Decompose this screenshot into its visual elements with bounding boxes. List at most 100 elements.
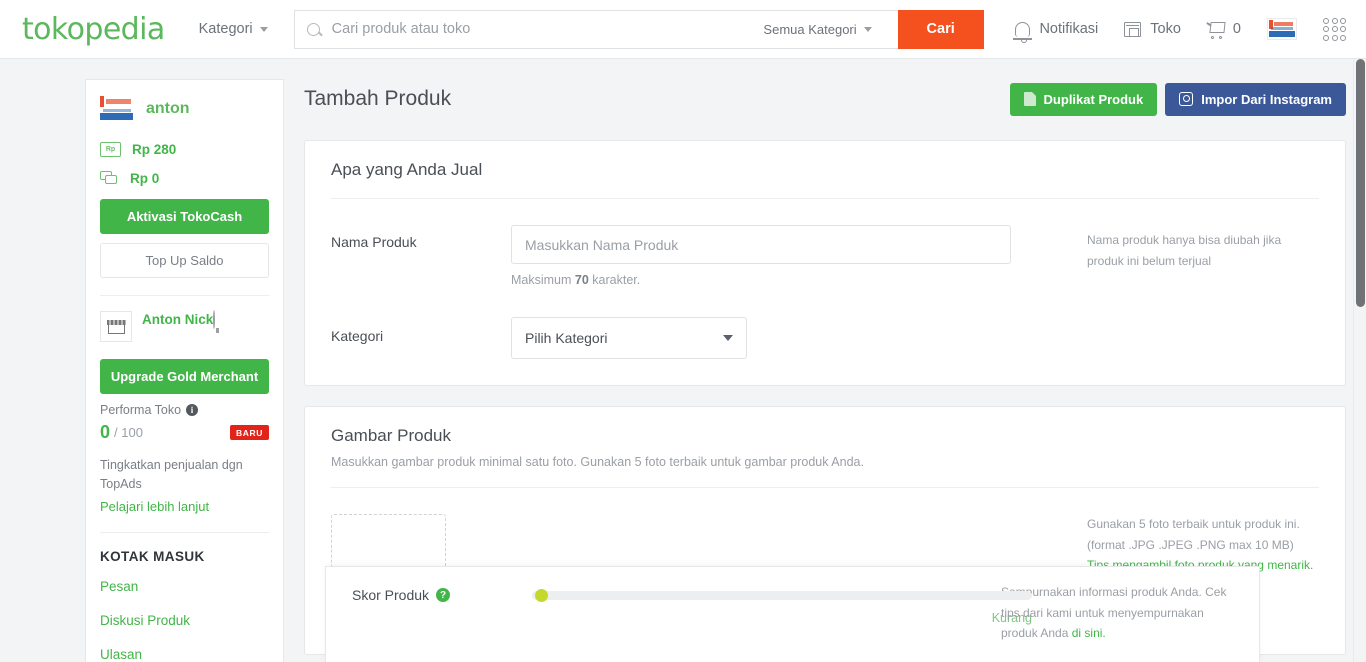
product-name-control: Maksimum 70 karakter. <box>511 225 1065 287</box>
category-select-value: Pilih Kategori <box>525 330 608 346</box>
divider <box>100 295 269 296</box>
cart-button[interactable]: 0 <box>1207 21 1241 39</box>
sidebar-item-ulasan[interactable]: Ulasan <box>100 647 269 662</box>
score-side-text: Sempurnakan informasi produk Anda. Cek t… <box>1001 585 1227 641</box>
product-score-status: Kurang <box>991 611 1032 626</box>
hint-suffix: karakter. <box>588 273 641 287</box>
shop-info: Anton Nick <box>100 310 269 342</box>
topup-saldo-button[interactable]: Top Up Saldo <box>100 243 269 278</box>
duplicate-product-button[interactable]: Duplikat Produk <box>1009 82 1158 116</box>
balance-row-saldo[interactable]: Rp Rp 280 <box>100 142 269 157</box>
rp-note-icon: Rp <box>100 142 121 157</box>
category-control: Pilih Kategori <box>511 317 1065 359</box>
import-instagram-button[interactable]: Impor Dari Instagram <box>1165 82 1346 116</box>
all-category-select[interactable]: Semua Kategori <box>763 22 885 37</box>
topads-text: Tingkatkan penjualan dgn TopAds <box>100 458 243 492</box>
page-title: Tambah Produk <box>304 87 452 110</box>
search-button[interactable]: Cari <box>897 9 984 49</box>
card-body: Nama Produk Maksimum 70 karakter. Nama p… <box>305 199 1345 385</box>
inbox-title: KOTAK MASUK <box>100 548 205 564</box>
header-actions: Notifikasi Toko 0 <box>1013 17 1346 43</box>
chevron-down-icon <box>863 26 872 32</box>
sidebar-username: anton <box>146 100 190 117</box>
activate-tokocash-button[interactable]: Aktivasi TokoCash <box>100 199 269 234</box>
card-what-you-sell: Apa yang Anda Jual Nama Produk Maksimum … <box>304 140 1346 386</box>
notifications-button[interactable]: Notifikasi <box>1013 21 1099 43</box>
category-select[interactable]: Pilih Kategori <box>511 317 747 359</box>
kategori-menu-label: Kategori <box>198 21 253 37</box>
header-action-buttons: Duplikat Produk Impor Dari Instagram <box>1009 82 1346 116</box>
storefront-icon <box>106 319 126 334</box>
hint-number: 70 <box>574 273 589 287</box>
shop-label: Toko <box>1150 21 1181 37</box>
divider <box>100 531 269 533</box>
category-label: Kategori <box>331 328 384 344</box>
field-row-category: Kategori Pilih Kategori <box>331 317 1319 359</box>
image-side-line2: (format .JPG .JPEG .PNG max 10 MB) <box>1087 537 1294 552</box>
product-score-label: Skor Produk <box>352 587 430 604</box>
help-icon[interactable]: ? <box>436 588 451 603</box>
apps-grid-icon[interactable] <box>1323 17 1346 41</box>
info-icon[interactable]: i <box>186 404 199 416</box>
cart-count: 0 <box>1232 21 1241 37</box>
card-header: Gambar Produk Masukkan gambar produk min… <box>305 407 1345 469</box>
upgrade-gold-merchant-button[interactable]: Upgrade Gold Merchant <box>100 359 269 394</box>
performance-label-row: Performa Toko i <box>100 403 269 417</box>
tokopedia-logo[interactable]: tokopedia <box>22 12 165 47</box>
product-name-hint: Maksimum 70 karakter. <box>511 273 1065 287</box>
search-input[interactable] <box>331 21 764 37</box>
product-name-side-note: Nama produk hanya bisa diubah jika produ… <box>1087 233 1282 268</box>
balance-row-tokocash[interactable]: Rp 0 <box>100 170 269 186</box>
balance-saldo-amount: Rp 280 <box>132 142 177 157</box>
chevron-down-icon <box>259 26 268 32</box>
topads-link[interactable]: Pelajari lebih lanjut <box>100 499 269 514</box>
vertical-scrollbar[interactable] <box>1353 59 1366 662</box>
card-subtitle: Masukkan gambar produk minimal satu foto… <box>331 455 864 469</box>
instagram-icon <box>1179 92 1194 106</box>
coins-icon <box>100 170 119 186</box>
scrollbar-thumb[interactable] <box>1356 59 1365 307</box>
search-field-wrapper[interactable]: Semua Kategori <box>293 9 898 49</box>
shop-button[interactable]: Toko <box>1124 21 1181 37</box>
search-bar: Semua Kategori Cari <box>293 9 984 49</box>
performance-score: 0 / 100 BARU <box>100 422 269 443</box>
card-header: Apa yang Anda Jual <box>305 141 1345 180</box>
product-score-bar: Skor Produk ? Kurang Sempurnakan informa… <box>325 566 1260 662</box>
shop-icon <box>1124 21 1142 37</box>
product-score-progress: Kurang <box>532 582 1032 625</box>
card-title: Gambar Produk <box>331 426 451 445</box>
notifications-label: Notifikasi <box>1039 21 1099 37</box>
shop-name[interactable]: Anton Nick <box>142 312 213 327</box>
performance-score-total: / 100 <box>114 425 143 440</box>
product-score-side-note: Sempurnakan informasi produk Anda. Cek t… <box>1001 582 1233 644</box>
user-avatar[interactable] <box>1267 18 1297 40</box>
user-avatar-small <box>100 96 137 122</box>
field-row-product-name: Nama Produk Maksimum 70 karakter. Nama p… <box>331 225 1319 287</box>
progress-track[interactable] <box>532 589 1032 603</box>
shop-thumbnail[interactable] <box>100 311 132 342</box>
kategori-menu[interactable]: Kategori <box>199 21 268 37</box>
main-header: Tambah Produk Duplikat Produk Impor Dari… <box>304 79 1346 119</box>
card-title: Apa yang Anda Jual <box>331 160 483 179</box>
product-name-input[interactable] <box>511 225 1011 264</box>
score-side-link[interactable]: di sini. <box>1072 626 1106 640</box>
category-side-note <box>1087 317 1319 322</box>
hint-prefix: Maksimum <box>511 273 575 287</box>
sidebar-item-pesan[interactable]: Pesan <box>100 579 269 594</box>
balance-tokocash-amount: Rp 0 <box>130 170 160 186</box>
merchant-badge-icon <box>213 310 216 329</box>
duplicate-product-label: Duplikat Produk <box>1043 91 1144 107</box>
product-score-label-row: Skor Produk ? <box>352 582 532 603</box>
import-instagram-label: Impor Dari Instagram <box>1201 91 1332 107</box>
all-category-label: Semua Kategori <box>763 21 857 37</box>
sidebar-user[interactable]: anton <box>100 96 269 122</box>
chevron-down-icon <box>723 335 733 341</box>
sidebar: anton Rp Rp 280 Rp 0 Aktivasi TokoCash T… <box>85 79 284 662</box>
status-badge: BARU <box>230 425 269 440</box>
search-icon <box>306 22 320 36</box>
performance-label: Performa Toko <box>100 403 182 417</box>
sidebar-item-diskusi-produk[interactable]: Diskusi Produk <box>100 613 269 628</box>
progress-knob[interactable] <box>535 589 548 603</box>
cart-icon <box>1207 22 1224 39</box>
cart-wheels <box>1210 36 1222 39</box>
